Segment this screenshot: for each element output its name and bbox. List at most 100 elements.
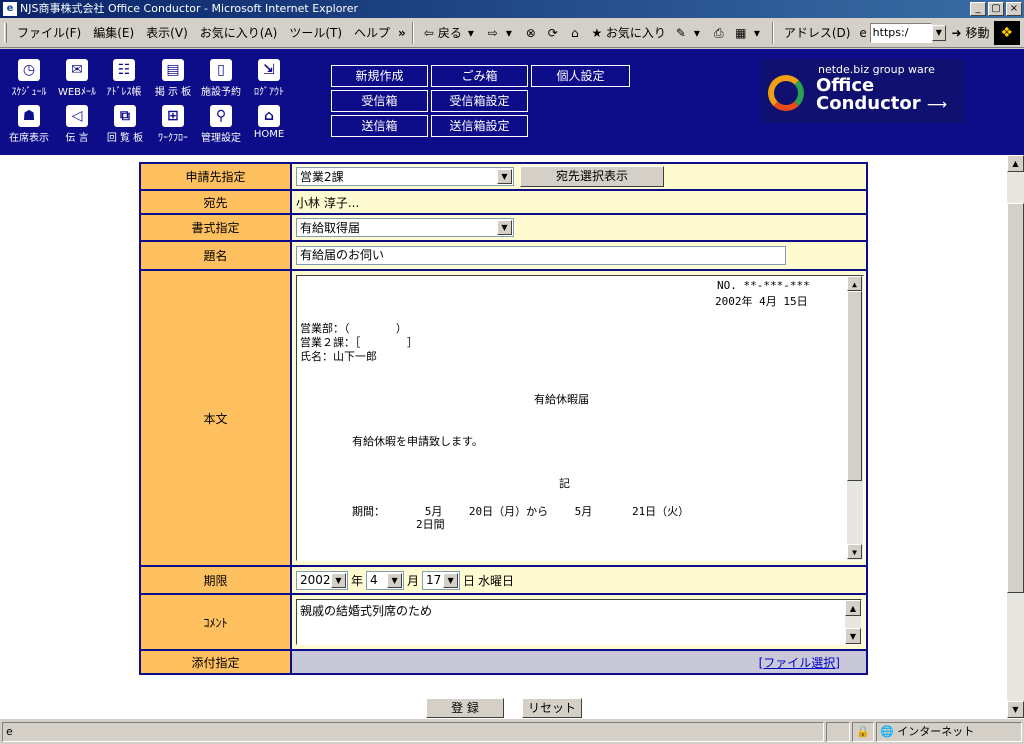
chevron-down-icon[interactable]: ▼	[387, 572, 403, 588]
body-line: 氏名：山下一郎	[300, 350, 377, 363]
page-scroll-thumb[interactable]	[1007, 203, 1024, 593]
chevron-down-icon[interactable]: ▾	[750, 26, 764, 40]
scroll-down-icon[interactable]: ▼	[1007, 701, 1024, 718]
zone-label: インターネット	[897, 725, 975, 738]
status-bar: e 🔒 🌐 インターネット	[0, 718, 1024, 744]
nav-facility[interactable]: ▯ 施設予約	[195, 59, 247, 98]
trash-button[interactable]: ごみ箱	[431, 65, 528, 87]
body-line: 有給休暇届	[534, 393, 589, 406]
nav-message[interactable]: ◁ 伝 言	[51, 105, 103, 144]
refresh-button[interactable]: ⟳	[542, 26, 564, 40]
go-button[interactable]: ➜ 移動	[946, 24, 994, 41]
forward-button[interactable]: ⇨ ▾	[482, 26, 520, 40]
chevron-down-icon[interactable]: ▾	[464, 26, 478, 40]
nav-schedule[interactable]: ◷ ｽｹｼﾞｭｰﾙ	[3, 59, 55, 98]
nav-label: 掲 示 板	[154, 87, 192, 98]
to-label: 宛先	[141, 191, 292, 213]
chevron-down-icon[interactable]: ▾	[502, 26, 516, 40]
body-scroll-thumb[interactable]	[847, 291, 862, 481]
go-label: 移動	[965, 26, 990, 40]
chevron-down-icon[interactable]: ▼	[331, 572, 346, 588]
row-comment: ｺﾒﾝﾄ 親戚の結婚式列席のため ▲ ▼	[141, 595, 866, 651]
nav-home[interactable]: ⌂ HOME	[243, 105, 295, 140]
comment-cell: 親戚の結婚式列席のため ▲ ▼	[292, 595, 866, 649]
subject-input[interactable]: 有給届のお伺い	[296, 246, 786, 265]
nav-logout[interactable]: ⇲ ﾛｸﾞｱｳﾄ	[243, 59, 295, 98]
deadline-weekday: 水曜日	[478, 573, 515, 588]
home-button[interactable]: ⌂	[564, 26, 586, 40]
row-deadline: 期限 2002 ▼ 年 4 ▼ 月 17 ▼ 日 水曜日	[141, 567, 866, 595]
address-input[interactable]: https:/	[869, 22, 933, 43]
maximize-button[interactable]: ▢	[988, 2, 1004, 16]
scroll-up-icon[interactable]: ▲	[847, 276, 862, 291]
menu-help[interactable]: ヘルプ	[348, 24, 396, 41]
inbox-settings-button[interactable]: 受信箱設定	[431, 90, 528, 112]
deadline-day-select[interactable]: 17 ▼	[422, 570, 461, 590]
nav-label: WEBﾒｰﾙ	[57, 87, 97, 98]
comment-textarea[interactable]: 親戚の結婚式列席のため ▲ ▼	[296, 599, 862, 645]
windows-logo-icon: ❖	[993, 20, 1020, 45]
attach-label: 添付指定	[141, 651, 292, 673]
select-recipient-button[interactable]: 宛先選択表示	[520, 166, 664, 187]
body-textarea[interactable]: NO. **-***-*** 2002年 4月 15日 営業部：（ ） 営業２課…	[296, 275, 864, 561]
favorites-label: お気に入り	[605, 26, 666, 40]
address-dropdown[interactable]: ▼	[932, 24, 946, 41]
menu-view[interactable]: 表示(V)	[140, 24, 194, 41]
nav-webmail[interactable]: ✉ WEBﾒｰﾙ	[51, 59, 103, 98]
scroll-up-icon[interactable]: ▲	[845, 600, 861, 616]
mail-icon: ✉	[66, 59, 88, 81]
discuss-button[interactable]: ▦ ▾	[730, 26, 768, 40]
chevron-down-icon[interactable]: ▼	[497, 169, 512, 184]
edit-button[interactable]: ✎ ▾	[670, 26, 708, 40]
admin-icon: ⚲	[210, 105, 232, 127]
chevron-down-icon[interactable]: ▾	[690, 26, 704, 40]
page-scrollbar[interactable]: ▲ ▼	[1007, 155, 1024, 718]
nav-circular[interactable]: ⧉ 回 覧 板	[99, 105, 151, 144]
chevron-down-icon[interactable]: ▼	[443, 572, 459, 588]
print-button[interactable]: ⎙	[708, 26, 730, 40]
favorites-button[interactable]: ★ お気に入り	[586, 24, 670, 41]
scroll-up-icon[interactable]: ▲	[1007, 155, 1024, 172]
stop-button[interactable]: ⊗	[520, 26, 542, 40]
nav-address-book[interactable]: ☷ ｱﾄﾞﾚｽ帳	[98, 59, 150, 98]
menu-file[interactable]: ファイル(F)	[11, 24, 87, 41]
outbox-settings-button[interactable]: 送信箱設定	[431, 115, 528, 137]
close-button[interactable]: ×	[1006, 2, 1022, 16]
scroll-down-icon[interactable]: ▼	[847, 544, 862, 559]
chevron-down-icon[interactable]: ▼	[497, 220, 512, 235]
comment-scrollbar[interactable]: ▲ ▼	[845, 600, 861, 644]
file-select-link[interactable]: [ファイル選択]	[759, 654, 840, 671]
menu-more-chevron[interactable]: »	[396, 26, 408, 40]
back-button[interactable]: ⇦ 戻る ▾	[418, 24, 482, 41]
submit-button[interactable]: 登 録	[426, 698, 504, 718]
format-select[interactable]: 有給取得届 ▼	[296, 218, 514, 237]
new-message-button[interactable]: 新規作成	[331, 65, 428, 87]
inbox-button[interactable]: 受信箱	[331, 90, 428, 112]
nav-label: ｽｹｼﾞｭｰﾙ	[11, 87, 47, 98]
personal-settings-button[interactable]: 個人設定	[531, 65, 630, 87]
scroll-down-icon[interactable]: ▼	[845, 628, 861, 644]
nav-bulletin[interactable]: ▤ 掲 示 板	[147, 59, 199, 98]
body-scrollbar[interactable]: ▲ ▼	[847, 276, 863, 560]
nav-presence[interactable]: ☗ 在席表示	[3, 105, 55, 144]
toolbar-grip	[4, 22, 7, 43]
deadline-year-select[interactable]: 2002 ▼	[296, 570, 348, 590]
refresh-icon: ⟳	[547, 25, 558, 40]
recipient-label: 申請先指定	[141, 164, 292, 189]
minimize-button[interactable]: _	[970, 2, 986, 16]
nav-label: 在席表示	[9, 133, 49, 144]
deadline-label: 期限	[141, 567, 292, 593]
logo-arrow-icon: ⟶	[926, 97, 947, 113]
body-line: 有給休暇を申請致します。	[352, 435, 483, 448]
reset-button[interactable]: リセット	[522, 698, 582, 718]
recipient-select-value: 営業2課	[300, 170, 344, 184]
recipient-select[interactable]: 営業2課 ▼	[296, 167, 514, 186]
menu-favorites[interactable]: お気に入り(A)	[194, 24, 284, 41]
nav-admin[interactable]: ⚲ 管理設定	[195, 105, 247, 144]
menu-tools[interactable]: ツール(T)	[283, 24, 348, 41]
body-line: 期間： 5月 20日（月）から 5月 21日（火）	[352, 505, 690, 518]
deadline-month-select[interactable]: 4 ▼	[366, 570, 405, 590]
nav-workflow[interactable]: ⊞ ﾜｰｸﾌﾛｰ	[147, 105, 199, 144]
menu-edit[interactable]: 編集(E)	[87, 24, 140, 41]
outbox-button[interactable]: 送信箱	[331, 115, 428, 137]
